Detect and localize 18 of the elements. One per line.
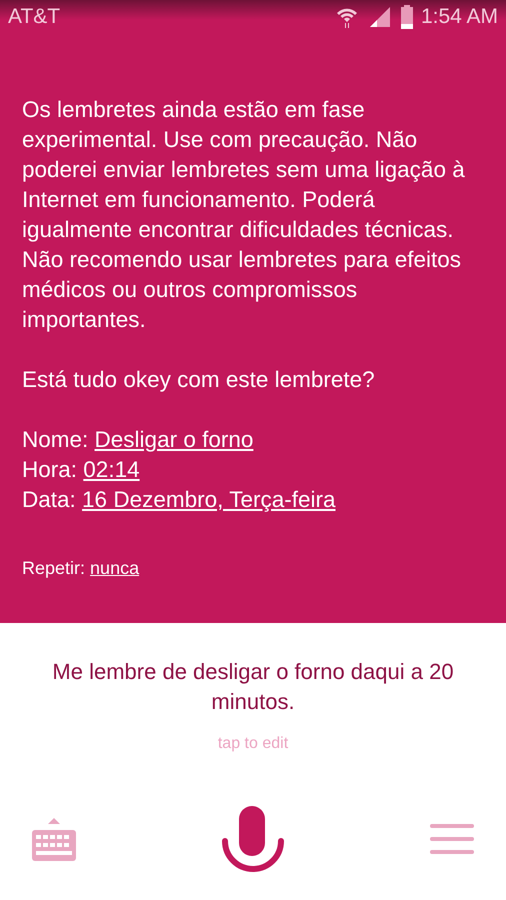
spoken-query[interactable]: Me lembre de desligar o forno daqui a 20 minutos. [30, 657, 476, 717]
menu-icon[interactable] [430, 822, 474, 854]
field-link[interactable]: Desligar o forno [94, 427, 258, 452]
confirmation-question: Está tudo okey com este lembrete? [22, 366, 376, 394]
field-label: Data: [22, 487, 76, 512]
field-label: Hora: [22, 457, 78, 482]
keyboard-icon[interactable] [32, 816, 76, 861]
field-link[interactable]: 02:14 [83, 457, 145, 482]
repeat-link[interactable]: nunca [90, 558, 140, 578]
field-link[interactable]: 16 Dezembro, Terça-feira [82, 487, 340, 512]
field-label: Repetir: [22, 558, 86, 578]
signal-icon [368, 6, 391, 28]
carrier-name: AT&T [8, 4, 60, 28]
microphone-icon[interactable] [222, 806, 284, 872]
clock-time: 1:54 AM [420, 4, 498, 28]
warning-text: Os lembretes ainda estão em fase experimental. Use com precaução. Não poderei enviar lembretes sem uma ligação à Internet em funcionamento. Poderá igualmente encontrar dificuldades técnicas. Não recomendo usar lembretes para efeitos médicos ou outros compromissos importantes. [22, 96, 466, 334]
battery-icon [400, 4, 413, 28]
field-label: Nome: [22, 427, 88, 452]
